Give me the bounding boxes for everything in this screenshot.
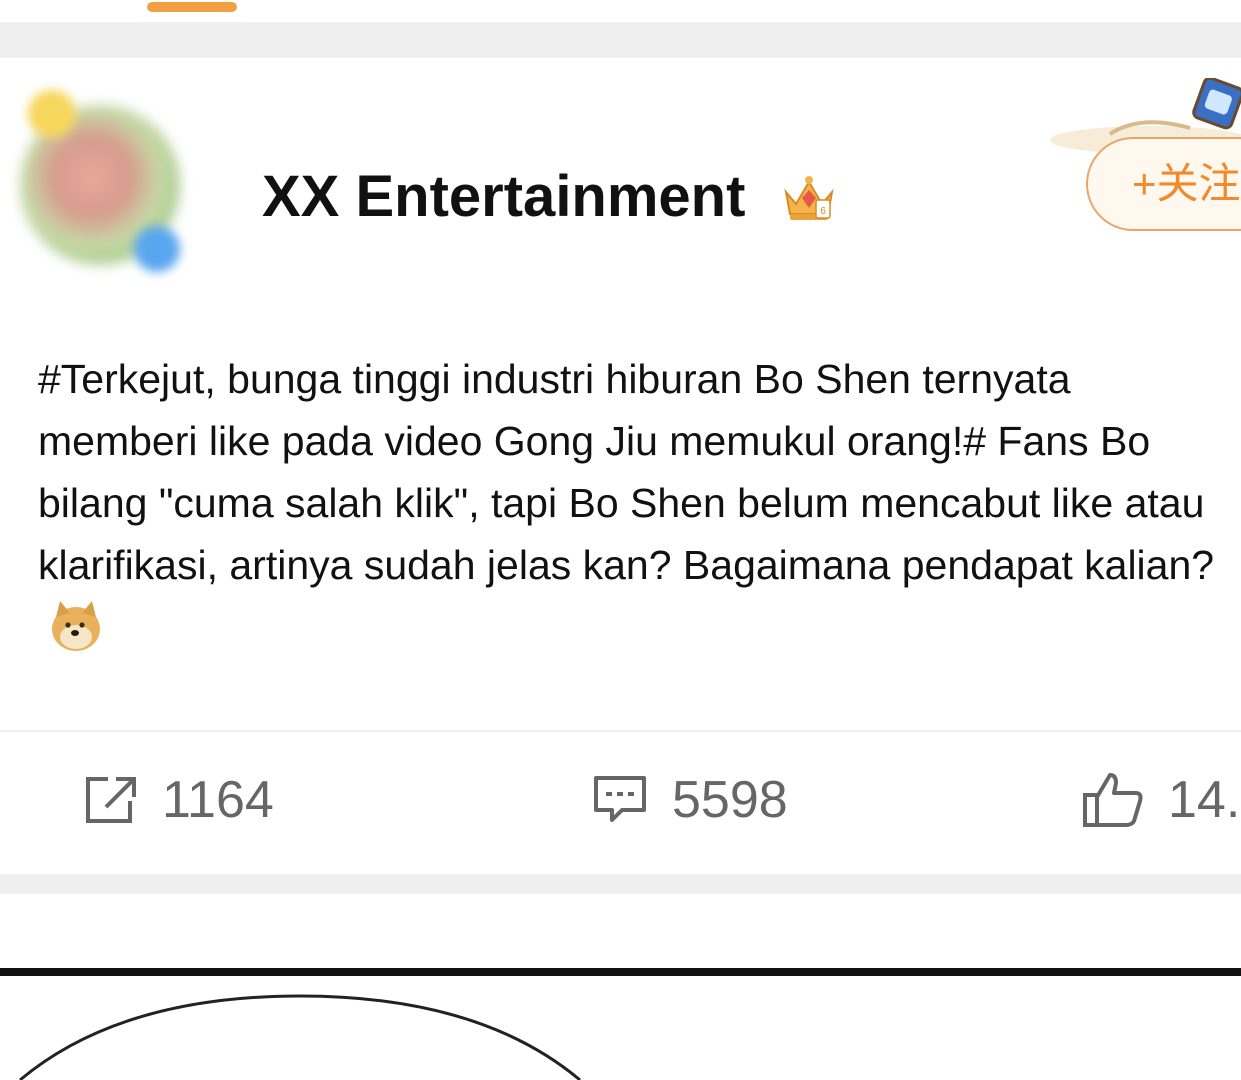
author-name[interactable]: XX Entertainment (262, 166, 745, 228)
feed-separator-bottom (0, 874, 1241, 894)
feed-separator (0, 22, 1241, 58)
repost-count: 1164 (162, 771, 274, 829)
svg-text:6: 6 (820, 206, 826, 217)
follow-button[interactable]: +关注 (1086, 137, 1241, 231)
thumbs-up-icon (1083, 773, 1143, 827)
speech-bubble (19, 994, 581, 1080)
active-tab-indicator (147, 2, 237, 12)
repost-icon (86, 777, 136, 823)
avatar-frame-decoration (28, 90, 76, 138)
comment-count: 5598 (672, 771, 788, 829)
verified-badge-icon (134, 226, 180, 272)
repost-button[interactable]: 1164 (82, 770, 274, 830)
actions-divider (0, 730, 1241, 732)
like-button[interactable]: 14. (1082, 770, 1240, 830)
post-body: #Terkejut, bunga tinggi industri hiburan… (38, 348, 1218, 658)
like-count: 14. (1168, 771, 1241, 829)
comment-icon (594, 776, 646, 822)
comment-button[interactable]: 5598 (592, 770, 788, 830)
post-text: #Terkejut, bunga tinggi industri hiburan… (38, 356, 1215, 588)
crown-icon: 6 (784, 176, 834, 220)
doge-icon (52, 601, 100, 651)
next-post-card (0, 894, 1241, 970)
comic-panel-border (0, 968, 1241, 976)
